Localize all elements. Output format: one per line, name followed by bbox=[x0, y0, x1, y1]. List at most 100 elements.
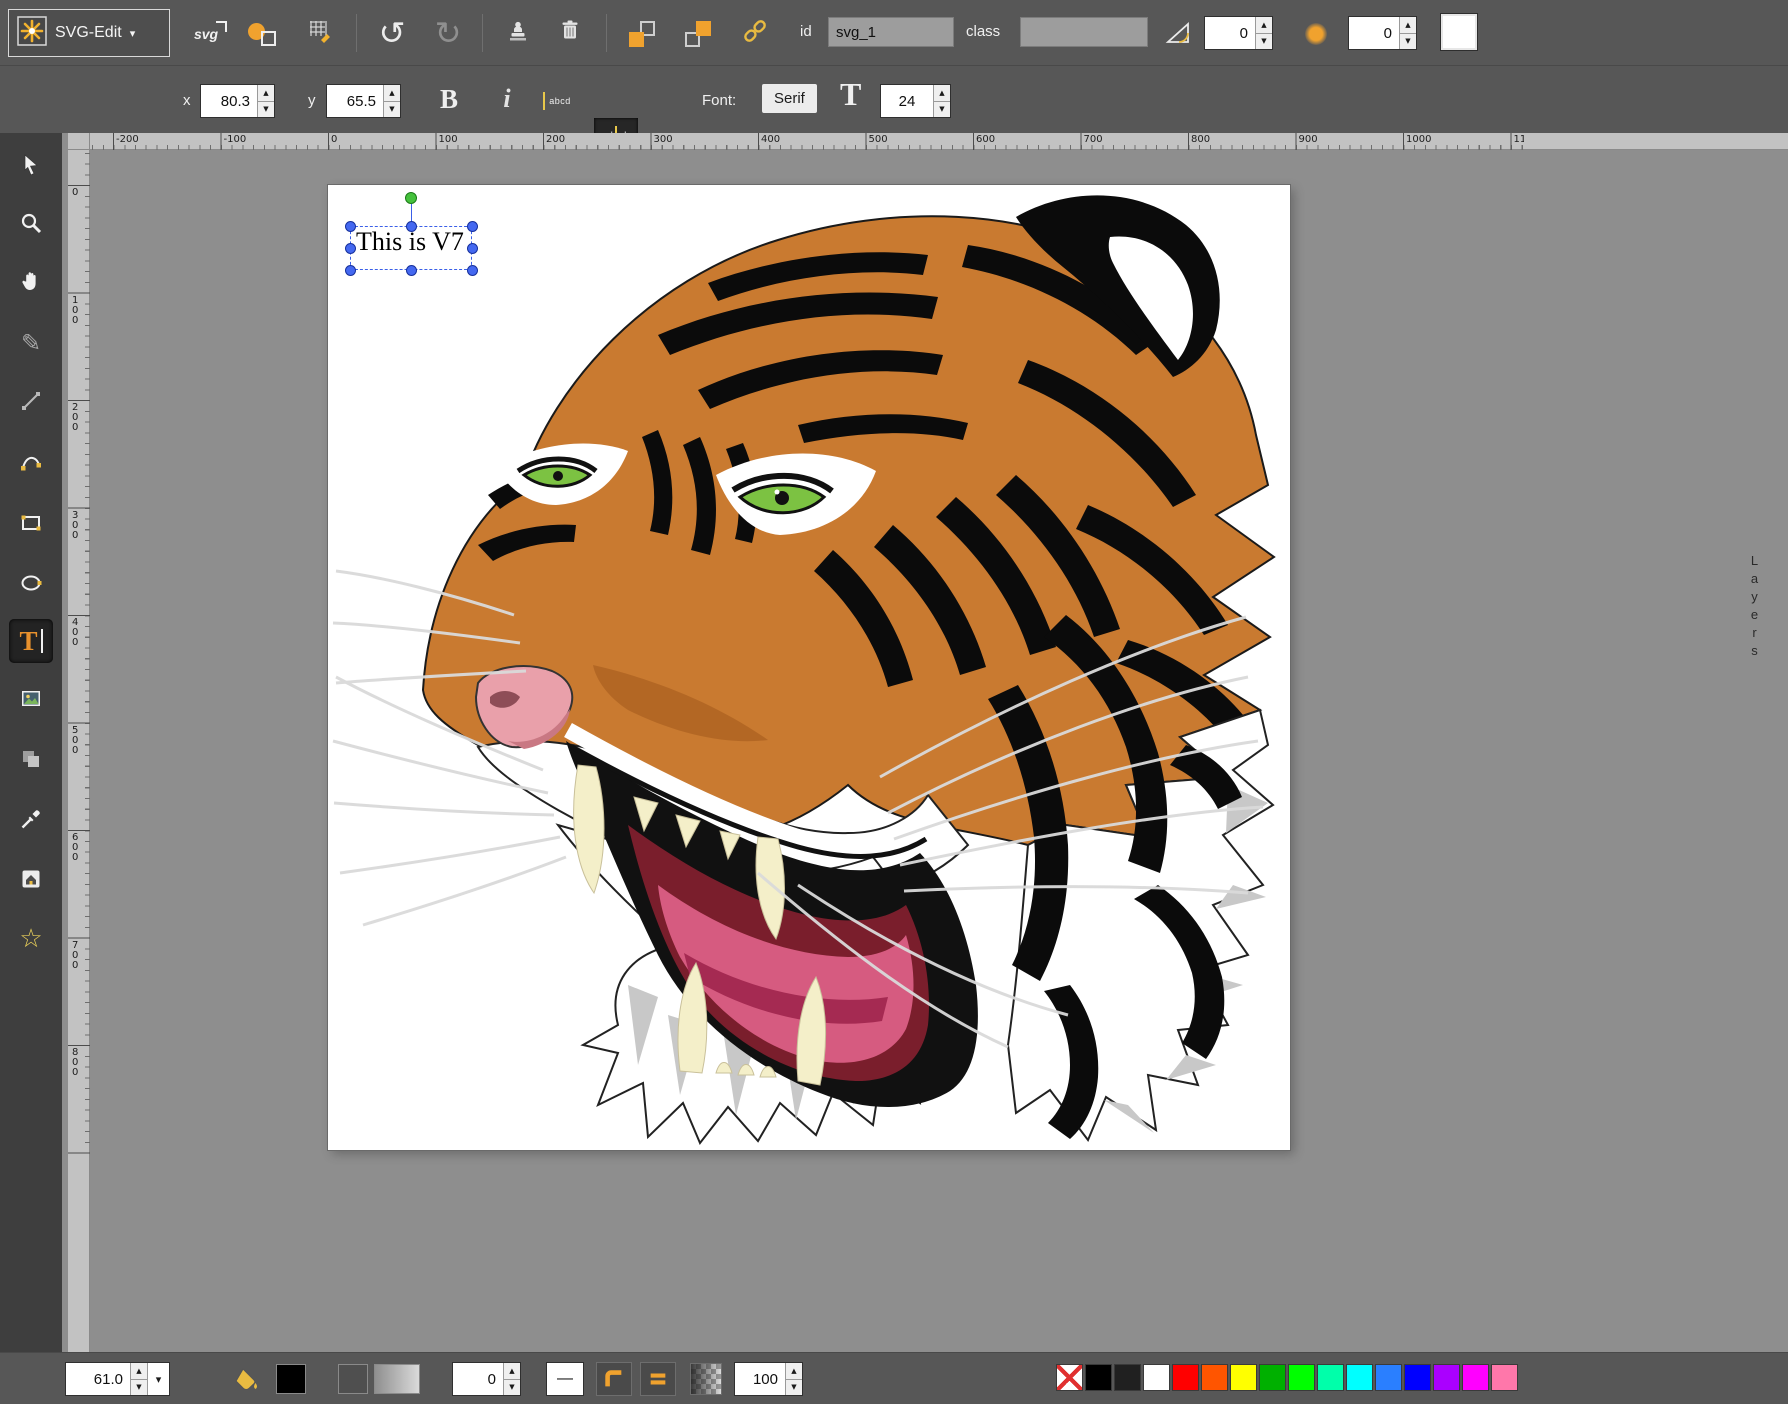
resize-handle-se[interactable] bbox=[467, 265, 478, 276]
editor-preferences-button[interactable] bbox=[302, 16, 338, 50]
opacity-decrement-button[interactable]: ▼ bbox=[786, 1380, 802, 1396]
resize-handle-n[interactable] bbox=[406, 221, 417, 232]
palette-swatch[interactable] bbox=[1346, 1364, 1373, 1391]
palette-swatch[interactable] bbox=[1143, 1364, 1170, 1391]
make-link-button[interactable] bbox=[734, 14, 776, 52]
x-coordinate-value[interactable]: 80.3 bbox=[201, 85, 257, 117]
bold-button[interactable]: B bbox=[428, 78, 470, 120]
opacity-increment-button[interactable]: ▲ bbox=[786, 1363, 802, 1380]
palette-swatch[interactable] bbox=[1462, 1364, 1489, 1391]
move-to-top-button[interactable] bbox=[678, 16, 718, 52]
blur-value[interactable]: 0 bbox=[1349, 17, 1399, 49]
tool-rectangle[interactable] bbox=[9, 501, 53, 545]
palette-swatch[interactable] bbox=[1085, 1364, 1112, 1391]
resize-handle-w[interactable] bbox=[345, 243, 356, 254]
tool-eyedropper[interactable] bbox=[9, 797, 53, 841]
x-increment-button[interactable]: ▲ bbox=[258, 85, 274, 102]
edit-source-button[interactable]: svg bbox=[186, 15, 230, 53]
element-class-input[interactable] bbox=[1020, 17, 1148, 47]
palette-swatch[interactable] bbox=[1404, 1364, 1431, 1391]
resize-handle-s[interactable] bbox=[406, 265, 417, 276]
stroke-style-dropdown[interactable]: — bbox=[546, 1362, 584, 1396]
resize-handle-e[interactable] bbox=[467, 243, 478, 254]
zoom-dropdown-button[interactable]: ▾ bbox=[147, 1363, 169, 1395]
blur-input[interactable]: 0 ▲▼ bbox=[1348, 16, 1417, 50]
palette-none-swatch[interactable] bbox=[1056, 1364, 1083, 1391]
angle-increment-button[interactable]: ▲ bbox=[1256, 17, 1272, 34]
palette-swatch[interactable] bbox=[1288, 1364, 1315, 1391]
palette-swatch[interactable] bbox=[1375, 1364, 1402, 1391]
y-coordinate-value[interactable]: 65.5 bbox=[327, 85, 383, 117]
angle-decrement-button[interactable]: ▼ bbox=[1256, 34, 1272, 50]
tool-pan[interactable] bbox=[9, 259, 53, 303]
tool-line[interactable] bbox=[9, 379, 53, 423]
y-increment-button[interactable]: ▲ bbox=[384, 85, 400, 102]
text-anchor-start-button[interactable]: abcd bbox=[538, 84, 582, 118]
zoom-control[interactable]: 61.0 ▲▼ ▾ bbox=[65, 1362, 170, 1396]
y-decrement-button[interactable]: ▼ bbox=[384, 102, 400, 118]
palette-swatch[interactable] bbox=[1259, 1364, 1286, 1391]
opacity-input[interactable]: 100 ▲▼ bbox=[734, 1362, 803, 1396]
palette-color-swatch[interactable] bbox=[1440, 13, 1478, 51]
font-size-input[interactable]: 24 ▲▼ bbox=[880, 84, 951, 118]
stroke-width-decrement-button[interactable]: ▼ bbox=[504, 1380, 520, 1396]
stroke-linejoin-button[interactable] bbox=[596, 1362, 632, 1396]
zoom-value[interactable]: 61.0 bbox=[66, 1363, 130, 1395]
move-to-bottom-button[interactable] bbox=[622, 16, 662, 52]
tool-ellipse[interactable] bbox=[9, 561, 53, 605]
x-decrement-button[interactable]: ▼ bbox=[258, 102, 274, 118]
element-id-input[interactable] bbox=[828, 17, 954, 47]
font-size-decrement-button[interactable]: ▼ bbox=[934, 102, 950, 118]
clone-button[interactable] bbox=[498, 14, 538, 52]
palette-swatch[interactable] bbox=[1491, 1364, 1518, 1391]
font-size-value[interactable]: 24 bbox=[881, 85, 933, 117]
stroke-width-increment-button[interactable]: ▲ bbox=[504, 1363, 520, 1380]
font-size-increment-button[interactable]: ▲ bbox=[934, 85, 950, 102]
fill-color-swatch[interactable] bbox=[276, 1364, 306, 1394]
tool-image[interactable] bbox=[9, 677, 53, 721]
font-size-icon: T bbox=[840, 76, 861, 113]
tool-path[interactable] bbox=[9, 439, 53, 483]
resize-handle-ne[interactable] bbox=[467, 221, 478, 232]
stroke-width-input[interactable]: 0 ▲▼ bbox=[452, 1362, 521, 1396]
font-family-button[interactable]: Serif bbox=[762, 84, 817, 113]
blur-decrement-button[interactable]: ▼ bbox=[1400, 34, 1416, 50]
palette-swatch[interactable] bbox=[1317, 1364, 1344, 1391]
palette-swatch[interactable] bbox=[1201, 1364, 1228, 1391]
palette-swatch[interactable] bbox=[1114, 1364, 1141, 1391]
y-coordinate-input[interactable]: 65.5 ▲▼ bbox=[326, 84, 401, 118]
palette-swatch[interactable] bbox=[1172, 1364, 1199, 1391]
x-coordinate-input[interactable]: 80.3 ▲▼ bbox=[200, 84, 275, 118]
resize-handle-sw[interactable] bbox=[345, 265, 356, 276]
shape-library-button[interactable] bbox=[244, 18, 280, 50]
resize-handle-nw[interactable] bbox=[345, 221, 356, 232]
tool-select[interactable] bbox=[9, 143, 53, 187]
svg-canvas[interactable]: This is V7 bbox=[328, 185, 1290, 1150]
main-menu-button[interactable]: SVG-Edit ▾ bbox=[8, 9, 170, 57]
opacity-value[interactable]: 100 bbox=[735, 1363, 785, 1395]
tool-shape-library[interactable] bbox=[9, 737, 53, 781]
stroke-linecap-button[interactable] bbox=[640, 1362, 676, 1396]
tool-zoom[interactable] bbox=[9, 201, 53, 245]
stroke-width-value[interactable]: 0 bbox=[453, 1363, 503, 1395]
palette-swatch[interactable] bbox=[1230, 1364, 1257, 1391]
rotate-handle[interactable] bbox=[405, 192, 417, 204]
tool-star[interactable]: ☆ bbox=[9, 917, 53, 961]
delete-button[interactable] bbox=[550, 13, 590, 51]
palette-swatch[interactable] bbox=[1433, 1364, 1460, 1391]
tool-text[interactable]: T bbox=[9, 619, 53, 663]
layers-panel-tab[interactable]: Layers bbox=[1747, 553, 1762, 661]
rotation-angle-input[interactable]: 0 ▲▼ bbox=[1204, 16, 1273, 50]
blur-increment-button[interactable]: ▲ bbox=[1400, 17, 1416, 34]
tool-pencil[interactable]: ✎ bbox=[9, 321, 53, 365]
gradient-swatch[interactable] bbox=[374, 1364, 420, 1394]
zoom-increment-button[interactable]: ▲ bbox=[131, 1363, 147, 1380]
tool-import-image[interactable] bbox=[9, 857, 53, 901]
redo-button[interactable]: ↻ bbox=[426, 12, 470, 54]
zoom-decrement-button[interactable]: ▼ bbox=[131, 1380, 147, 1396]
italic-button[interactable]: i bbox=[486, 78, 528, 120]
undo-button[interactable]: ↺ bbox=[370, 12, 414, 54]
stroke-color-swatch[interactable] bbox=[338, 1364, 368, 1394]
tiger-artwork[interactable] bbox=[328, 185, 1290, 1150]
rotation-angle-value[interactable]: 0 bbox=[1205, 17, 1255, 49]
